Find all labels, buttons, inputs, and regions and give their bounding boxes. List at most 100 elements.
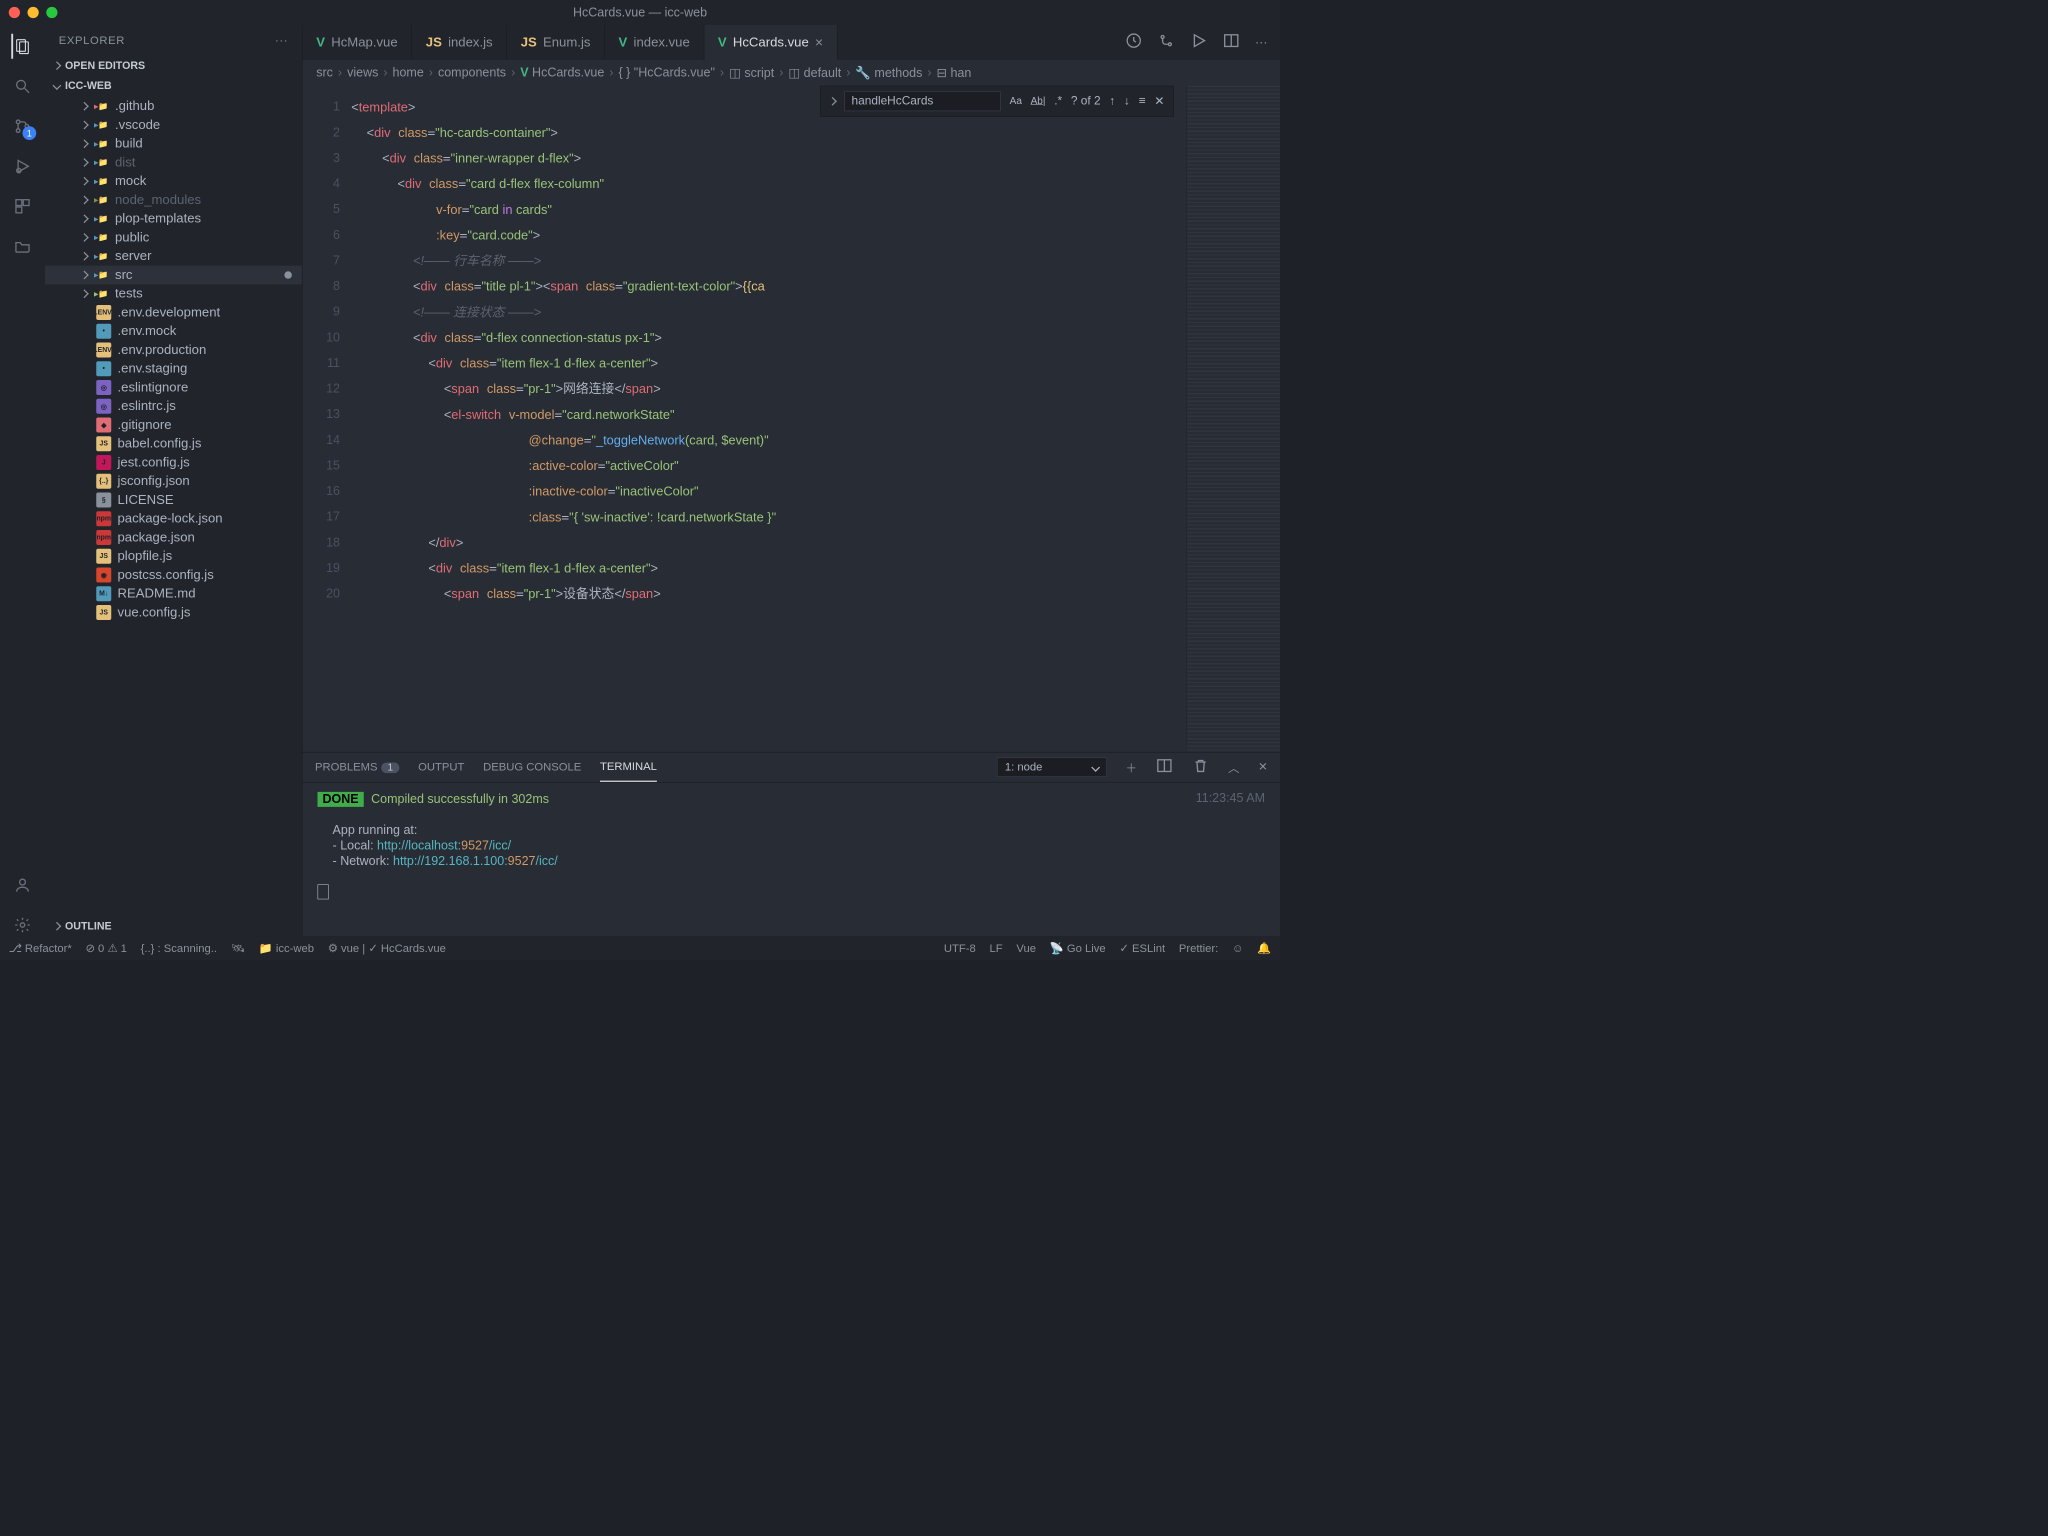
folder-item[interactable]: ▸📁public — [45, 228, 302, 247]
breadcrumb-item[interactable]: ◫ default — [788, 65, 841, 81]
terminal-content[interactable]: DONE Compiled successfully in 302ms App … — [303, 783, 1281, 937]
folder-status[interactable]: 📁 icc-web — [259, 942, 314, 955]
find-in-selection-icon[interactable]: ≡ — [1139, 94, 1146, 108]
kill-terminal-icon[interactable] — [1192, 757, 1210, 778]
file-item[interactable]: .ENV.env.development — [45, 303, 302, 322]
folder-item[interactable]: ▸📁server — [45, 247, 302, 266]
breadcrumb-item[interactable]: ◫ script — [729, 65, 774, 81]
editor-tab[interactable]: Vindex.vue — [605, 25, 704, 60]
file-item[interactable]: ◉postcss.config.js — [45, 566, 302, 585]
prettier-status[interactable]: Prettier: — [1179, 942, 1218, 955]
file-item[interactable]: Jjest.config.js — [45, 453, 302, 472]
breadcrumbs[interactable]: src›views›home›components›V HcCards.vue›… — [303, 60, 1281, 86]
editor-tab[interactable]: JSindex.js — [412, 25, 507, 60]
vue-status[interactable]: ⚙ vue | ✓ HcCards.vue — [328, 942, 446, 955]
language-status[interactable]: Vue — [1016, 942, 1036, 955]
golive-status[interactable]: 📡 Go Live — [1050, 942, 1106, 955]
breadcrumb-item[interactable]: home — [393, 66, 424, 80]
live-share-icon[interactable]: 🛰 — [231, 942, 245, 955]
next-match-icon[interactable]: ↓ — [1124, 94, 1130, 108]
eslint-status[interactable]: ✓ ESLint — [1119, 942, 1165, 955]
breadcrumb-item[interactable]: components — [438, 66, 506, 80]
match-case-icon[interactable]: Aa — [1010, 96, 1022, 107]
folder-item[interactable]: ▸📁mock — [45, 172, 302, 191]
more-icon[interactable]: ··· — [275, 34, 288, 47]
folder-item[interactable]: ▸📁plop-templates — [45, 209, 302, 228]
open-editors-section[interactable]: OPEN EDITORS — [45, 56, 302, 76]
code-editor[interactable]: <template> <div class="hc-cards-containe… — [351, 86, 1186, 752]
file-item[interactable]: ◎.eslintignore — [45, 378, 302, 397]
terminal-selector[interactable]: 1: node — [997, 758, 1107, 777]
file-item[interactable]: .ENV.env.production — [45, 341, 302, 360]
regex-icon[interactable]: .* — [1054, 94, 1062, 108]
folder-item[interactable]: ▸📁src — [45, 266, 302, 285]
more-actions-icon[interactable]: ··· — [1255, 35, 1267, 49]
editor-tab[interactable]: VHcCards.vue× — [704, 25, 837, 60]
file-item[interactable]: npmpackage-lock.json — [45, 509, 302, 528]
split-terminal-icon[interactable] — [1156, 757, 1174, 778]
source-control-icon[interactable]: 1 — [11, 115, 34, 138]
breadcrumb-item[interactable]: { } "HcCards.vue" — [618, 66, 714, 80]
eol-status[interactable]: LF — [989, 942, 1002, 955]
run-icon[interactable] — [1190, 32, 1208, 53]
search-icon[interactable] — [11, 75, 34, 98]
file-item[interactable]: {..}jsconfig.json — [45, 472, 302, 491]
file-item[interactable]: §LICENSE — [45, 491, 302, 510]
file-item[interactable]: •.env.staging — [45, 359, 302, 378]
refactor-status[interactable]: ⎇ Refactor* — [9, 942, 72, 955]
minimap[interactable] — [1186, 86, 1280, 752]
file-item[interactable]: JSvue.config.js — [45, 603, 302, 622]
compare-icon[interactable] — [1158, 32, 1176, 53]
breadcrumb-item[interactable]: views — [347, 66, 378, 80]
explorer-icon[interactable] — [11, 35, 34, 58]
folder-item[interactable]: ▸📁dist — [45, 153, 302, 172]
find-input[interactable] — [845, 91, 1001, 111]
folder-item[interactable]: ▸📁tests — [45, 284, 302, 303]
outline-section[interactable]: OUTLINE — [45, 916, 302, 936]
breadcrumb-item[interactable]: V HcCards.vue — [520, 66, 604, 80]
maximize-panel-icon[interactable]: ︿ — [1228, 759, 1239, 775]
extensions-icon[interactable] — [11, 195, 34, 218]
file-item[interactable]: npmpackage.json — [45, 528, 302, 547]
gear-icon[interactable] — [11, 914, 34, 937]
minimize-window-button[interactable] — [28, 7, 39, 18]
file-item[interactable]: JSplopfile.js — [45, 547, 302, 566]
folder-item[interactable]: ▸📁build — [45, 134, 302, 153]
feedback-icon[interactable]: ☺ — [1232, 942, 1243, 955]
find-expand-icon[interactable] — [828, 97, 837, 106]
file-item[interactable]: ◎.eslintrc.js — [45, 397, 302, 416]
timeline-icon[interactable] — [1125, 32, 1143, 53]
prev-match-icon[interactable]: ↑ — [1109, 94, 1115, 108]
editor-tab[interactable]: JSEnum.js — [507, 25, 605, 60]
split-editor-icon[interactable] — [1223, 32, 1241, 53]
close-tab-icon[interactable]: × — [815, 34, 823, 50]
file-item[interactable]: ◆.gitignore — [45, 416, 302, 435]
editor-tab[interactable]: VHcMap.vue — [303, 25, 413, 60]
breadcrumb-item[interactable]: 🔧 methods — [855, 65, 922, 81]
breadcrumb-item[interactable]: ⊟ han — [937, 65, 972, 81]
file-item[interactable]: JSbabel.config.js — [45, 434, 302, 453]
project-section[interactable]: ICC-WEB — [45, 76, 302, 96]
terminal-tab[interactable]: TERMINAL — [600, 753, 657, 782]
run-debug-icon[interactable] — [11, 155, 34, 178]
folder-open-icon[interactable] — [11, 235, 34, 258]
encoding-status[interactable]: UTF-8 — [944, 942, 976, 955]
output-tab[interactable]: OUTPUT — [418, 753, 464, 781]
close-panel-icon[interactable]: ✕ — [1258, 761, 1267, 774]
close-window-button[interactable] — [9, 7, 20, 18]
file-item[interactable]: •.env.mock — [45, 322, 302, 341]
problems-tab[interactable]: PROBLEMS1 — [315, 753, 399, 781]
folder-item[interactable]: ▸📁.github — [45, 97, 302, 116]
account-icon[interactable] — [11, 874, 34, 897]
folder-item[interactable]: ▸📁.vscode — [45, 116, 302, 135]
breadcrumb-item[interactable]: src — [316, 66, 333, 80]
notifications-icon[interactable]: 🔔 — [1257, 942, 1271, 955]
debug-console-tab[interactable]: DEBUG CONSOLE — [483, 753, 581, 781]
close-find-icon[interactable]: ✕ — [1154, 94, 1164, 108]
folder-item[interactable]: ▸📁node_modules — [45, 191, 302, 210]
match-word-icon[interactable]: Ab| — [1031, 96, 1046, 107]
maximize-window-button[interactable] — [46, 7, 57, 18]
new-terminal-icon[interactable]: ＋ — [1126, 759, 1137, 775]
scanning-status[interactable]: {..} : Scanning.. — [141, 942, 217, 955]
file-item[interactable]: M↓README.md — [45, 584, 302, 603]
